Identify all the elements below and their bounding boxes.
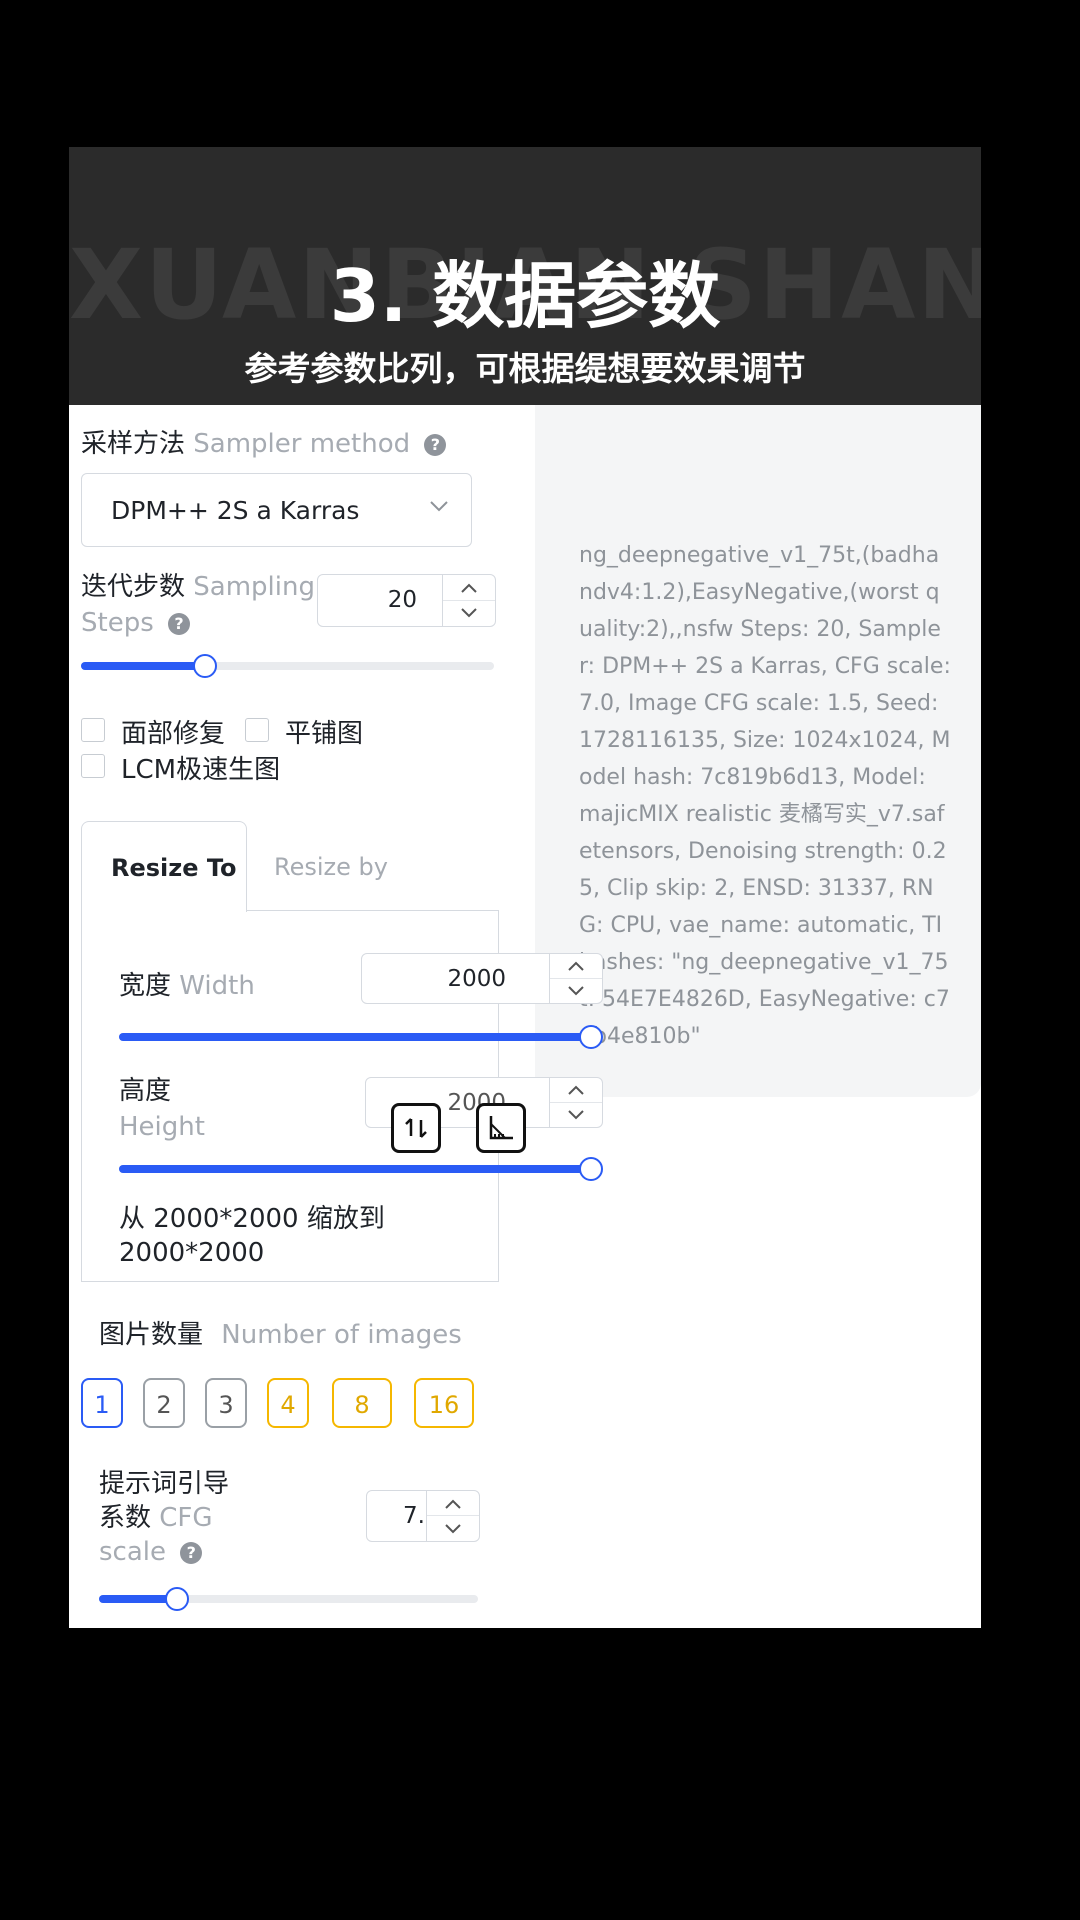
help-icon[interactable]: ? [424, 434, 447, 456]
width-label: 宽度 Width [119, 965, 255, 1002]
width-stepper[interactable] [549, 954, 602, 1003]
aspect-ratio-icon[interactable] [476, 1103, 526, 1153]
steps-slider-thumb[interactable] [193, 654, 217, 678]
help-icon[interactable]: ? [180, 1542, 203, 1564]
steps-value: 20 [387, 587, 417, 613]
height-stepper[interactable] [549, 1078, 602, 1127]
width-value: 2000 [447, 966, 506, 992]
height-slider-fill [119, 1165, 589, 1173]
help-icon[interactable]: ? [168, 613, 191, 635]
face-restore-checkbox[interactable] [81, 718, 105, 742]
settings-panel: XUANBIAN SHANM 3. 数据参数 参考参数比列，可根据缇想要效果调节… [69, 147, 981, 1628]
height-label: 高度 Height [119, 1073, 205, 1145]
sampler-selected-value: DPM++ 2S a Karras [111, 496, 360, 525]
width-label-en: Width [179, 971, 255, 1001]
cfg-label: 提示词引导 系数 CFG scale ? [99, 1467, 229, 1569]
resize-note: 从 2000*2000 缩放到 2000*2000 [119, 1202, 385, 1270]
cfg-stepper[interactable] [426, 1491, 479, 1541]
height-label-en: Height [119, 1112, 205, 1142]
tab-resize-to-label: Resize To [111, 854, 237, 882]
lcm-label: LCM极速生图 [121, 755, 281, 785]
steps-slider[interactable] [81, 654, 494, 678]
steps-label-cn: 迭代步数 [81, 572, 186, 602]
sampler-label-cn: 采样方法 [81, 429, 186, 459]
chevron-down-icon [430, 501, 448, 512]
image-count-option-16[interactable]: 16 [414, 1378, 474, 1428]
width-number-input[interactable]: 2000 [361, 953, 603, 1004]
sampler-label: 采样方法 Sampler method ? [81, 423, 447, 460]
cfg-value: 7. [403, 1503, 425, 1529]
images-count-label-cn: 图片数量 [99, 1320, 204, 1350]
width-slider[interactable] [119, 1025, 603, 1049]
cfg-slider-thumb[interactable] [165, 1587, 189, 1611]
steps-label-en-2: Steps [81, 608, 154, 638]
steps-slider-fill [81, 662, 205, 670]
banner-title: 3. 数据参数 [329, 254, 721, 338]
chevron-up-icon[interactable] [443, 575, 495, 601]
images-count-label-en: Number of images [221, 1320, 462, 1350]
chevron-down-icon[interactable] [427, 1515, 479, 1541]
images-count-label: 图片数量 Number of images [99, 1314, 462, 1351]
height-slider[interactable] [119, 1157, 603, 1181]
chevron-up-icon[interactable] [427, 1491, 479, 1516]
steps-label-en-1: Sampling [193, 572, 315, 602]
image-count-option-1[interactable]: 1 [81, 1378, 123, 1428]
swap-dimensions-icon[interactable] [391, 1103, 441, 1153]
steps-stepper[interactable] [442, 575, 495, 626]
tab-resize-by[interactable]: Resize by [274, 853, 388, 881]
chevron-up-icon[interactable] [550, 1078, 602, 1103]
cfg-label-en-1: CFG [159, 1503, 213, 1533]
image-count-option-2[interactable]: 2 [143, 1378, 185, 1428]
cfg-label-en-2: scale [99, 1537, 166, 1567]
width-slider-thumb[interactable] [579, 1025, 603, 1049]
height-slider-thumb[interactable] [579, 1157, 603, 1181]
tab-resize-to[interactable]: Resize To [81, 821, 247, 912]
chevron-down-icon[interactable] [550, 977, 602, 1004]
section-banner: XUANBIAN SHANM 3. 数据参数 参考参数比列，可根据缇想要效果调节 [69, 147, 981, 405]
chevron-up-icon[interactable] [550, 954, 602, 979]
tiling-label: 平铺图 [285, 719, 364, 749]
steps-number-input[interactable]: 20 [317, 574, 496, 627]
image-count-option-8[interactable]: 8 [332, 1378, 392, 1428]
generation-info-text: ng_deepnegative_v1_75t,(badhandv4:1.2),E… [579, 543, 951, 1049]
cfg-label-cn-2: 系数 [99, 1503, 152, 1533]
width-slider-fill [119, 1033, 589, 1041]
cfg-slider[interactable] [99, 1587, 478, 1611]
tiling-checkbox[interactable] [245, 718, 269, 742]
image-count-option-4[interactable]: 4 [267, 1378, 309, 1428]
width-label-cn: 宽度 [119, 971, 172, 1001]
image-count-option-3[interactable]: 3 [205, 1378, 247, 1428]
sampler-dropdown[interactable]: DPM++ 2S a Karras [81, 473, 472, 547]
sampler-label-en: Sampler method [193, 429, 411, 459]
cfg-label-cn-1: 提示词引导 [99, 1469, 230, 1499]
resize-note-line2: 2000*2000 [119, 1238, 265, 1268]
lcm-checkbox[interactable] [81, 754, 105, 778]
chevron-down-icon[interactable] [443, 599, 495, 627]
banner-subtitle: 参考参数比列，可根据缇想要效果调节 [244, 349, 806, 388]
steps-label: 迭代步数 Sampling Steps ? [81, 569, 315, 641]
chevron-down-icon[interactable] [550, 1101, 602, 1128]
cfg-number-input[interactable]: 7. [366, 1490, 480, 1542]
face-restore-label: 面部修复 [121, 719, 226, 749]
resize-note-line1: 从 2000*2000 缩放到 [119, 1204, 385, 1234]
height-label-cn: 高度 [119, 1076, 172, 1106]
